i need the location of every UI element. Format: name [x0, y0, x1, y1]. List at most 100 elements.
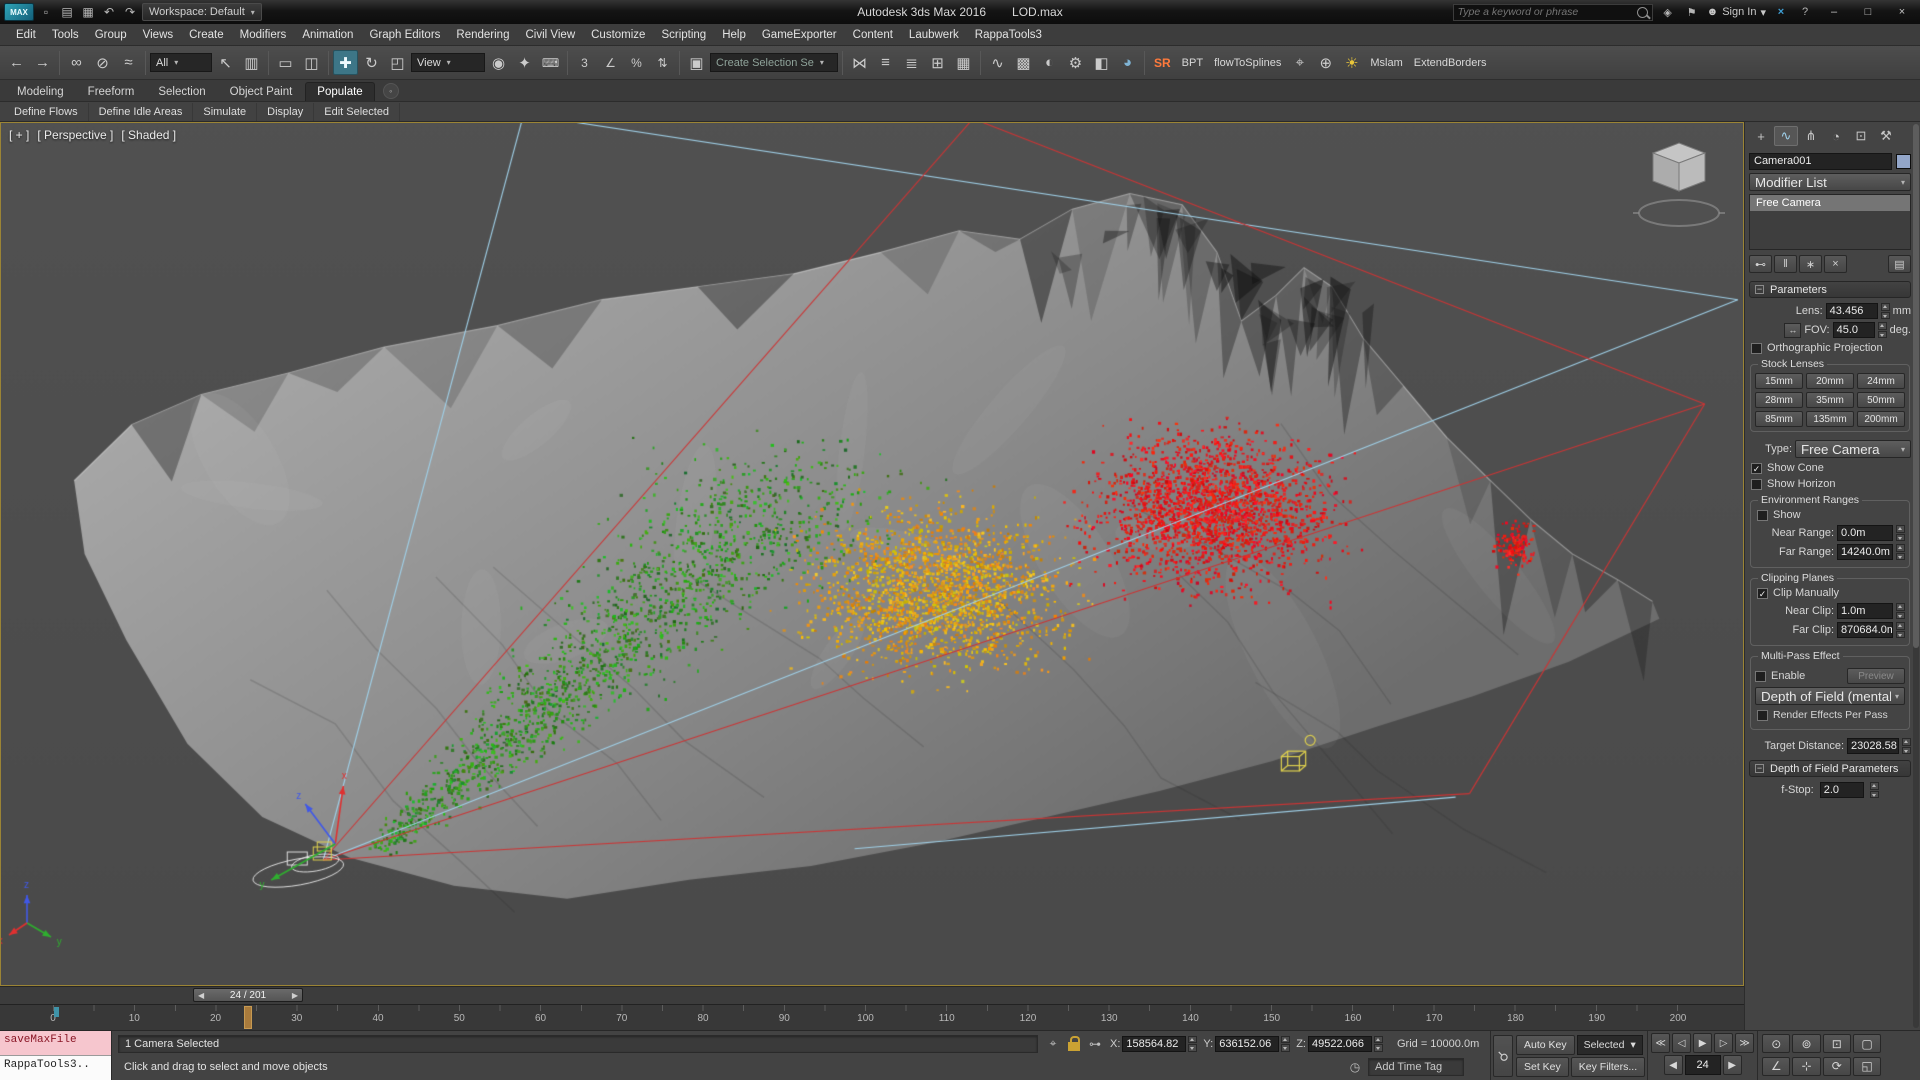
rectangular-selection-region-icon[interactable]: ▭: [273, 50, 298, 75]
menu-item[interactable]: Group: [87, 26, 135, 44]
zoom-icon[interactable]: ⊙: [1762, 1034, 1790, 1053]
next-frame-button[interactable]: ▶: [1723, 1055, 1742, 1075]
selection-lock-icon[interactable]: [1068, 1042, 1080, 1051]
hierarchy-tab-icon[interactable]: ⋔: [1799, 126, 1823, 146]
viewport-general-menu[interactable]: [ + ]: [9, 128, 29, 142]
time-slider-track[interactable]: ◀ 24 / 201 ▶: [0, 986, 1744, 1004]
track-bar[interactable]: 0102030405060708090100110120130140150160…: [0, 1004, 1744, 1030]
stock-lens-button[interactable]: 24mm: [1857, 373, 1905, 389]
create-tab-icon[interactable]: +: [1749, 126, 1773, 146]
next-frame-arrow[interactable]: ▶: [292, 991, 298, 1000]
stock-lens-button[interactable]: 200mm: [1857, 411, 1905, 427]
object-name-field[interactable]: Camera001: [1749, 153, 1892, 170]
previous-frame-arrow[interactable]: ◀: [198, 991, 204, 1000]
edit-named-selection-sets-icon[interactable]: ▣: [684, 50, 709, 75]
auto-key-button[interactable]: Auto Key: [1516, 1035, 1575, 1055]
help-icon[interactable]: ?: [1796, 3, 1814, 21]
preview-button[interactable]: Preview: [1847, 668, 1905, 684]
modify-tab-icon[interactable]: ∿: [1774, 126, 1798, 146]
env-show-checkbox[interactable]: [1757, 510, 1768, 521]
menu-item[interactable]: Create: [181, 26, 232, 44]
define-flows-button[interactable]: Define Flows: [4, 103, 89, 121]
tab-freeform[interactable]: Freeform: [77, 83, 146, 101]
open-file-icon[interactable]: ▤: [58, 3, 76, 21]
viewport-canvas[interactable]: [1, 123, 1743, 985]
previous-frame-button[interactable]: ◀: [1664, 1055, 1683, 1075]
selection-filter-dropdown[interactable]: All ▾: [150, 53, 212, 72]
scene-explorer-icon[interactable]: ⊞: [925, 50, 950, 75]
y-coordinate-field[interactable]: 636152.06: [1215, 1036, 1279, 1052]
community-icon[interactable]: ◈: [1659, 3, 1677, 21]
cursor-tool-icon[interactable]: ⌖: [1287, 50, 1312, 75]
motion-tab-icon[interactable]: ◔: [1824, 126, 1848, 146]
bind-to-spacewarp-icon[interactable]: ≈: [116, 50, 141, 75]
zoom-all-icon[interactable]: ⊚: [1792, 1034, 1820, 1053]
edit-selected-button[interactable]: Edit Selected: [314, 103, 400, 121]
tab-modeling[interactable]: Modeling: [6, 83, 75, 101]
stock-lens-button[interactable]: 135mm: [1806, 411, 1854, 427]
current-frame-marker[interactable]: [244, 1006, 252, 1029]
define-idle-areas-button[interactable]: Define Idle Areas: [89, 103, 194, 121]
previous-key-button[interactable]: ◁: [1672, 1033, 1691, 1053]
fov-field[interactable]: 45.0: [1833, 322, 1875, 338]
curve-editor-icon[interactable]: ∿: [985, 50, 1010, 75]
stack-item-free-camera[interactable]: Free Camera: [1750, 195, 1910, 211]
x-spinner[interactable]: [1188, 1036, 1197, 1052]
material-editor-icon[interactable]: ◐: [1037, 50, 1062, 75]
percent-snap-icon[interactable]: %: [624, 50, 649, 75]
mirror-icon[interactable]: ⋈: [847, 50, 872, 75]
search-input[interactable]: [1458, 6, 1633, 18]
listener-line-pink[interactable]: saveMaxFile: [0, 1031, 111, 1056]
pan-icon[interactable]: ⊹: [1792, 1057, 1820, 1076]
mslam-script-button[interactable]: Mslam: [1365, 57, 1407, 69]
workspace-dropdown[interactable]: Workspace: Default ▾: [142, 3, 262, 21]
key-set-dropdown[interactable]: Selected ▾: [1577, 1035, 1643, 1055]
menu-item[interactable]: Graph Editors: [361, 26, 448, 44]
tab-object-paint[interactable]: Object Paint: [219, 83, 304, 101]
maximize-button[interactable]: □: [1854, 2, 1882, 22]
menu-item[interactable]: Content: [845, 26, 901, 44]
flow-to-splines-button[interactable]: flowToSplines: [1209, 57, 1286, 69]
align-icon[interactable]: ≡: [873, 50, 898, 75]
stock-lens-button[interactable]: 20mm: [1806, 373, 1854, 389]
keyframe-marker[interactable]: [54, 1007, 59, 1017]
x-coordinate-field[interactable]: 158564.82: [1122, 1036, 1186, 1052]
multi-pass-effect-dropdown[interactable]: Depth of Field (mental r ▾: [1755, 687, 1905, 705]
maximize-viewport-icon[interactable]: ◱: [1853, 1057, 1881, 1076]
extend-borders-button[interactable]: ExtendBorders: [1409, 57, 1492, 69]
render-effects-per-pass-checkbox[interactable]: [1757, 710, 1768, 721]
reference-coordinate-dropdown[interactable]: View ▾: [411, 53, 485, 72]
use-pivot-center-icon[interactable]: ◉: [486, 50, 511, 75]
menu-item[interactable]: Modifiers: [232, 26, 295, 44]
fov-spinner[interactable]: [1878, 322, 1887, 338]
lens-field[interactable]: 43.456: [1826, 303, 1878, 319]
layer-manager-icon[interactable]: ≣: [899, 50, 924, 75]
menu-item[interactable]: Help: [714, 26, 754, 44]
window-crossing-icon[interactable]: ◫: [299, 50, 324, 75]
stock-lens-button[interactable]: 15mm: [1755, 373, 1803, 389]
key-filters-button[interactable]: Key Filters...: [1571, 1057, 1645, 1077]
target-distance-field[interactable]: 23028.58: [1847, 738, 1899, 754]
go-to-end-button[interactable]: ≫: [1735, 1033, 1754, 1053]
sign-in-button[interactable]: ☻ Sign In ▾: [1707, 6, 1766, 19]
configure-modifier-sets-icon[interactable]: ▤: [1888, 255, 1911, 273]
crosshair-tool-icon[interactable]: ⊕: [1313, 50, 1338, 75]
fstop-spinner[interactable]: [1870, 782, 1879, 798]
play-button[interactable]: ▶: [1693, 1033, 1712, 1053]
modifier-list-dropdown[interactable]: Modifier List ▾: [1749, 173, 1911, 191]
make-unique-icon[interactable]: ∗: [1799, 255, 1822, 273]
viewport[interactable]: [ + ] [ Perspective ] [ Shaded ]: [0, 122, 1744, 986]
time-tag-field[interactable]: Add Time Tag: [1368, 1058, 1464, 1076]
target-distance-spinner[interactable]: [1902, 738, 1911, 754]
ribbon-config-icon[interactable]: ◦: [383, 83, 399, 99]
sr-script-button[interactable]: SR: [1149, 56, 1176, 70]
menu-item[interactable]: Edit: [8, 26, 44, 44]
menu-item[interactable]: RappaTools3: [967, 26, 1050, 44]
object-color-swatch[interactable]: [1896, 154, 1911, 169]
render-setup-icon[interactable]: ⚙: [1063, 50, 1088, 75]
maxscript-mini-listener[interactable]: saveMaxFile RappaTools3..: [0, 1031, 112, 1080]
stock-lens-button[interactable]: 35mm: [1806, 392, 1854, 408]
menu-item[interactable]: Laubwerk: [901, 26, 967, 44]
far-clip-field[interactable]: 870684.0m: [1837, 622, 1893, 638]
ribbon-toggle-icon[interactable]: ▦: [951, 50, 976, 75]
